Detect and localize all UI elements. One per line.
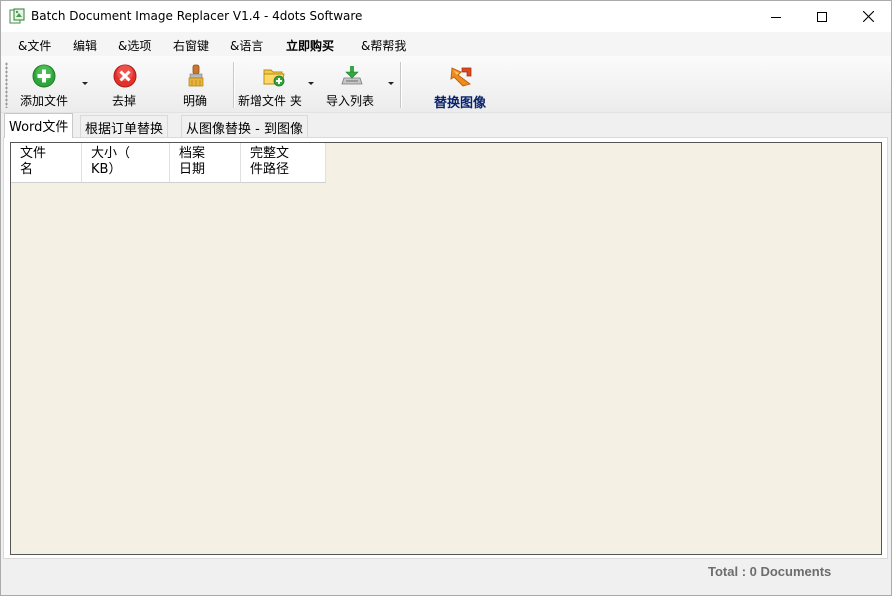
remove-label: 去掉: [112, 94, 137, 108]
toolbar-separator: [233, 62, 234, 108]
add-file-button[interactable]: 添加文件: [15, 58, 77, 110]
clear-label: 明确: [183, 94, 208, 108]
column-header-full-path[interactable]: 完整文 件路径: [241, 143, 326, 183]
close-icon: [862, 11, 874, 22]
menu-help[interactable]: &帮帮我: [361, 37, 406, 54]
column-header-file-date[interactable]: 档案 日期: [170, 143, 241, 183]
column-header-file-name[interactable]: 文件 名: [11, 143, 82, 183]
menu-options[interactable]: &选项: [118, 37, 151, 54]
import-list-button[interactable]: 导入列表: [323, 58, 381, 110]
menu-bar: &文件 编辑 &选项 右窗键 &语言 立即购买 &帮帮我: [1, 32, 891, 56]
tab-replace-by-order[interactable]: 根据订单替换: [80, 115, 169, 137]
remove-x-icon: [113, 64, 137, 88]
app-logo-icon: [9, 8, 25, 24]
toolbar: 添加文件 去掉 明确 新增文件 夹 导入列表 替换图像: [1, 56, 891, 113]
toolbar-grip[interactable]: [5, 62, 8, 108]
folder-add-icon: [263, 69, 285, 87]
minimize-icon: [771, 16, 781, 18]
replace-images-icon: [450, 67, 472, 87]
add-file-dropdown-arrow[interactable]: [82, 82, 88, 85]
menu-edit[interactable]: 编辑: [73, 37, 97, 54]
column-header-size-kb[interactable]: 大小（ KB）: [82, 143, 170, 183]
import-list-icon: [341, 66, 363, 85]
maximize-button[interactable]: [799, 1, 845, 32]
menu-context-menu[interactable]: 右窗键: [173, 37, 209, 54]
import-list-dropdown-arrow[interactable]: [388, 82, 394, 85]
app-window: Batch Document Image Replacer V1.4 - 4do…: [0, 0, 892, 596]
menu-buy-now[interactable]: 立即购买: [286, 37, 334, 54]
add-folder-button[interactable]: 新增文件 夹: [237, 58, 305, 110]
maximize-icon: [817, 11, 827, 22]
documents-list[interactable]: 文件 名 大小（ KB） 档案 日期 完整文 件路径: [10, 142, 882, 555]
title-bar: Batch Document Image Replacer V1.4 - 4do…: [1, 1, 891, 32]
add-folder-dropdown-arrow[interactable]: [308, 82, 314, 85]
tab-word-files[interactable]: Word文件: [4, 113, 74, 138]
menu-file[interactable]: &文件: [18, 37, 51, 54]
add-circle-icon: [32, 64, 56, 88]
menu-language[interactable]: &语言: [230, 37, 263, 54]
window-title: Batch Document Image Replacer V1.4 - 4do…: [31, 9, 363, 23]
brush-icon: [188, 64, 204, 87]
toolbar-separator: [400, 62, 401, 108]
tab-replace-from-image-to-image[interactable]: 从图像替换 - 到图像: [181, 115, 308, 137]
close-button[interactable]: [845, 1, 891, 32]
minimize-button[interactable]: [753, 1, 799, 32]
replace-images-button[interactable]: 替换图像: [431, 58, 495, 111]
clear-button[interactable]: 明确: [173, 58, 219, 110]
replace-images-label: 替换图像: [434, 96, 487, 111]
tab-strip: Word文件 根据订单替换 从图像替换 - 到图像: [1, 113, 891, 138]
add-file-label: 添加文件: [20, 94, 69, 108]
tab-panel: 文件 名 大小（ KB） 档案 日期 完整文 件路径: [3, 137, 888, 559]
remove-button[interactable]: 去掉: [101, 58, 149, 110]
add-folder-label: 新增文件 夹: [238, 94, 302, 108]
import-list-label: 导入列表: [326, 94, 375, 108]
status-total-documents: Total : 0 Documents: [708, 564, 832, 579]
